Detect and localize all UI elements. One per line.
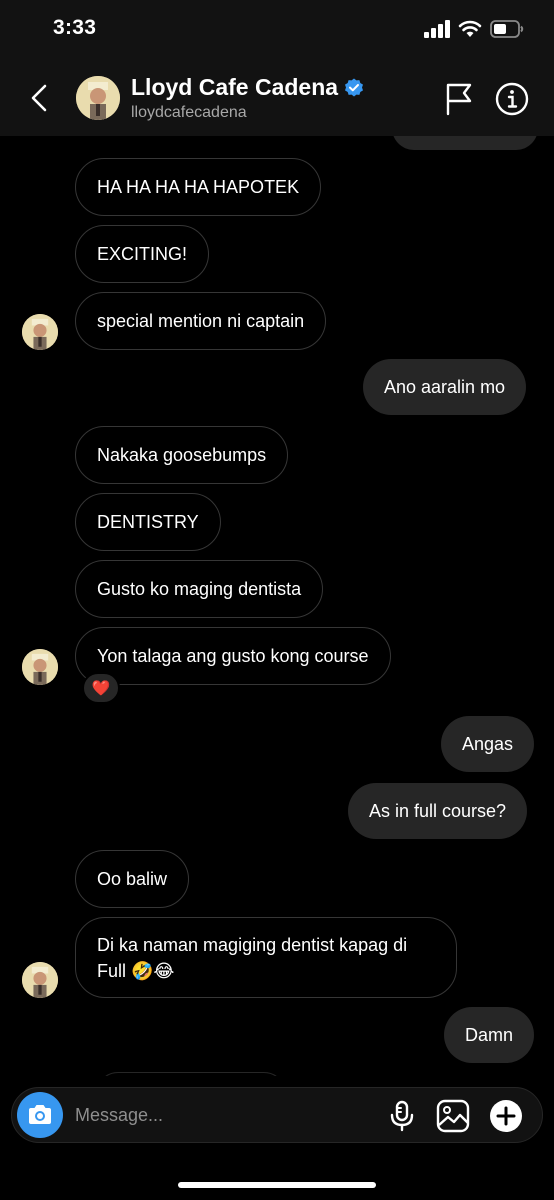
plus-circle-icon <box>490 1100 522 1132</box>
message-bubble-received[interactable]: Oo baliw <box>75 850 190 908</box>
sender-avatar[interactable] <box>22 962 58 998</box>
info-button[interactable] <box>495 82 529 116</box>
message-bubble-received[interactable]: Yon talaga ang gusto kong course <box>75 627 391 685</box>
message-bubble-sent[interactable]: Angas <box>441 716 535 772</box>
message-bubble-received[interactable]: HA HA HA HA HAPOTEK <box>75 158 322 216</box>
wifi-icon <box>458 20 482 37</box>
contact-name[interactable]: Lloyd Cafe Cadena <box>131 74 364 101</box>
message-composer <box>11 1087 543 1143</box>
contact-handle[interactable]: lloydcafecadena <box>131 104 247 122</box>
message-bubble-partial <box>96 1072 286 1076</box>
message-line-2: Full 🤣😂 <box>97 961 175 981</box>
message-bubble-received-multiline[interactable]: Di ka naman magiging dentist kapag di Fu… <box>75 917 457 998</box>
back-button[interactable] <box>24 80 54 116</box>
gallery-button[interactable] <box>436 1099 470 1133</box>
sender-avatar[interactable] <box>22 314 58 350</box>
flag-icon <box>446 83 472 116</box>
avatar-image <box>22 314 58 350</box>
gallery-icon <box>436 1099 470 1133</box>
signal-icon <box>424 20 450 38</box>
message-input[interactable] <box>75 1096 375 1134</box>
verified-badge-icon <box>345 78 364 96</box>
chevron-left-icon <box>31 84 47 112</box>
camera-icon <box>29 1105 51 1124</box>
microphone-button[interactable] <box>389 1100 415 1132</box>
avatar-image <box>22 962 58 998</box>
message-bubble-received[interactable]: Nakaka goosebumps <box>75 426 289 484</box>
microphone-icon <box>390 1100 414 1132</box>
chat-header: Lloyd Cafe Cadena lloydcafecadena <box>0 62 554 136</box>
message-bubble-sent[interactable]: Damn <box>444 1007 535 1063</box>
message-bubble-received[interactable]: special mention ni captain <box>75 292 327 350</box>
home-indicator[interactable] <box>178 1182 376 1188</box>
message-bubble-received[interactable]: DENTISTRY <box>75 493 221 551</box>
status-icons <box>424 20 524 38</box>
status-bar: 3:33 <box>0 0 554 62</box>
report-button[interactable] <box>444 82 474 116</box>
avatar-image <box>76 76 120 120</box>
add-button[interactable] <box>489 1099 523 1133</box>
message-bubble-received[interactable]: EXCITING! <box>75 225 210 283</box>
message-bubble-received[interactable]: Gusto ko maging dentista <box>75 560 324 618</box>
battery-icon <box>490 20 524 38</box>
avatar-image <box>22 649 58 685</box>
message-bubble-sent[interactable]: Ano aaralin mo <box>363 359 527 415</box>
heart-reaction[interactable]: ❤️ <box>82 672 120 704</box>
camera-button[interactable] <box>17 1092 63 1138</box>
sender-avatar[interactable] <box>22 649 58 685</box>
header-avatar[interactable] <box>76 76 120 120</box>
message-bubble-partial <box>392 136 538 150</box>
message-thread[interactable]: HA HA HA HA HAPOTEK EXCITING! special me… <box>0 136 554 1076</box>
status-time: 3:33 <box>53 16 97 39</box>
info-icon <box>495 82 529 116</box>
contact-name-text: Lloyd Cafe Cadena <box>131 74 339 100</box>
message-line-1: Di ka naman magiging dentist kapag di <box>97 935 408 955</box>
message-bubble-sent[interactable]: As in full course? <box>348 783 528 839</box>
